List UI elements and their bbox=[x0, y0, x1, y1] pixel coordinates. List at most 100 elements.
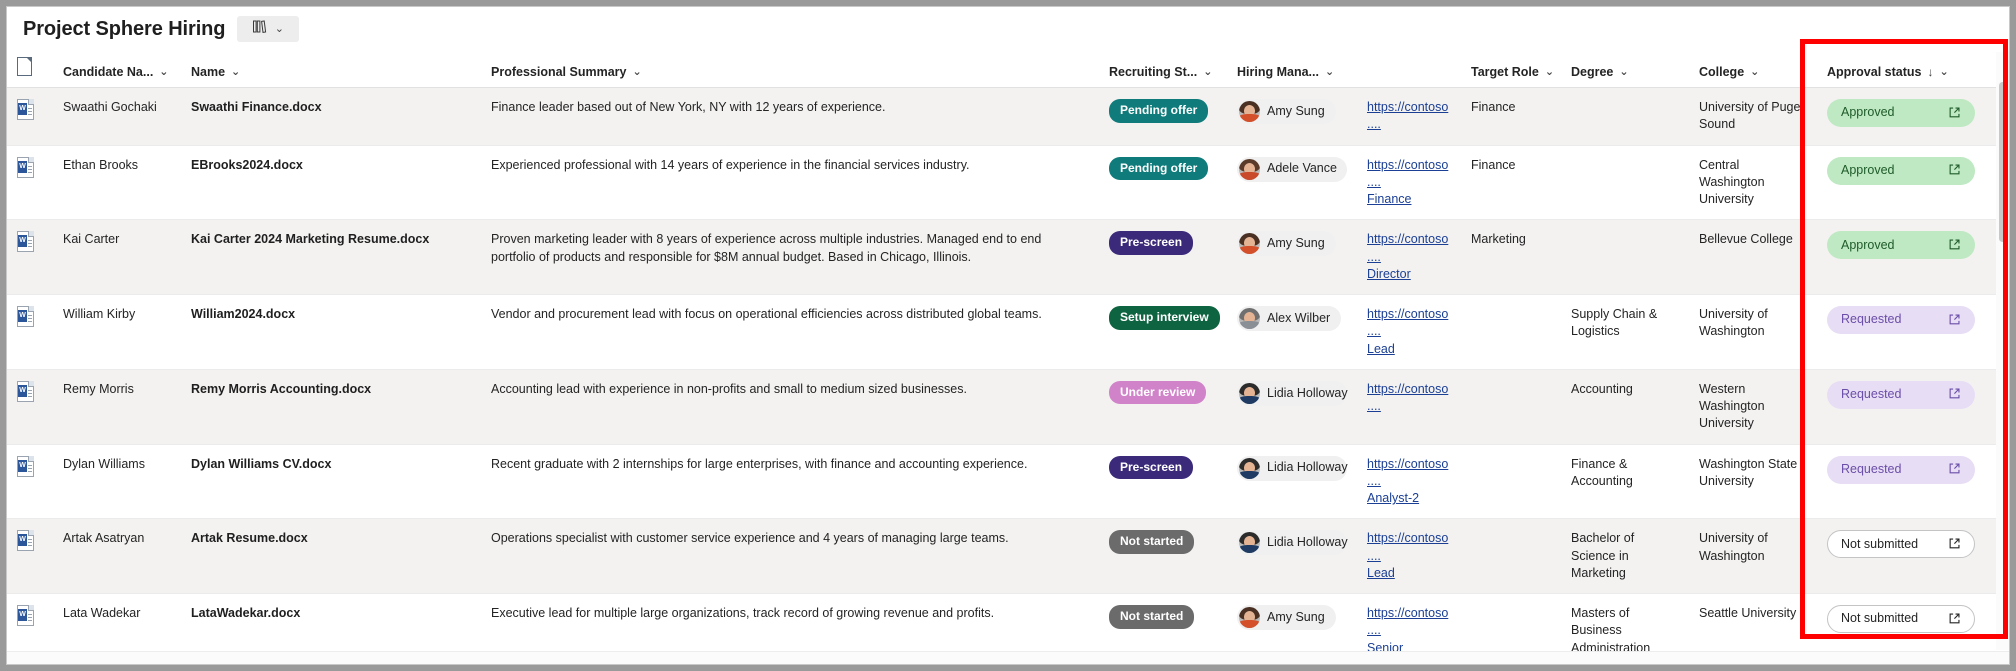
cell-candidate-name[interactable]: Swaathi Gochaki bbox=[53, 88, 181, 146]
status-badge[interactable]: Setup interview bbox=[1109, 306, 1220, 330]
vertical-scrollbar-thumb[interactable] bbox=[1999, 82, 2006, 242]
external-link-icon[interactable] bbox=[1948, 163, 1961, 178]
cell-hiring-manager[interactable]: Alex Wilber bbox=[1227, 295, 1357, 370]
contoso-link[interactable]: https://contoso.... bbox=[1367, 382, 1448, 413]
word-document-icon[interactable]: W bbox=[17, 530, 34, 551]
table-row[interactable]: WArtak AsatryanArtak Resume.docxOperatio… bbox=[7, 519, 1997, 594]
person-chip[interactable]: Lidia Holloway bbox=[1237, 530, 1347, 555]
table-row[interactable]: WDylan WilliamsDylan Williams CV.docxRec… bbox=[7, 444, 1997, 519]
cell-hiring-manager[interactable]: Adele Vance bbox=[1227, 145, 1357, 220]
contoso-link[interactable]: https://contoso.... bbox=[1367, 158, 1448, 189]
approval-status-button[interactable]: Approved bbox=[1827, 231, 1975, 259]
contoso-link-suffix[interactable]: Lead bbox=[1367, 342, 1395, 356]
cell-recruiting-status[interactable]: Under review bbox=[1099, 369, 1227, 444]
cell-file-name[interactable]: William2024.docx bbox=[181, 295, 481, 370]
external-link-icon[interactable] bbox=[1948, 612, 1961, 627]
cell-candidate-name[interactable]: William Kirby bbox=[53, 295, 181, 370]
cell-recruiting-status[interactable]: Pre-screen bbox=[1099, 220, 1227, 295]
cell-url[interactable]: https://contoso.... bbox=[1357, 88, 1461, 146]
person-chip[interactable]: Adele Vance bbox=[1237, 157, 1347, 182]
approval-status-button[interactable]: Requested bbox=[1827, 306, 1975, 334]
cell-document-icon[interactable]: W bbox=[7, 145, 53, 220]
contoso-link-suffix[interactable]: Lead bbox=[1367, 566, 1395, 580]
table-row[interactable]: WKai CarterKai Carter 2024 Marketing Res… bbox=[7, 220, 1997, 295]
vertical-scrollbar[interactable] bbox=[1996, 52, 2009, 650]
cell-approval-status[interactable]: Requested bbox=[1817, 295, 1997, 370]
contoso-link-suffix[interactable]: Analyst-2 bbox=[1367, 491, 1419, 505]
column-header-candidate-name[interactable]: Candidate Na... ⌄ bbox=[53, 51, 181, 88]
cell-url[interactable]: https://contoso.... Lead bbox=[1357, 295, 1461, 370]
table-row[interactable]: WWilliam KirbyWilliam2024.docxVendor and… bbox=[7, 295, 1997, 370]
word-document-icon[interactable]: W bbox=[17, 99, 34, 120]
word-document-icon[interactable]: W bbox=[17, 456, 34, 477]
cell-file-name[interactable]: EBrooks2024.docx bbox=[181, 145, 481, 220]
cell-url[interactable]: https://contoso.... Finance bbox=[1357, 145, 1461, 220]
chevron-down-icon[interactable]: ⌄ bbox=[231, 67, 240, 78]
cell-document-icon[interactable]: W bbox=[7, 519, 53, 594]
cell-recruiting-status[interactable]: Pending offer bbox=[1099, 88, 1227, 146]
cell-document-icon[interactable]: W bbox=[7, 295, 53, 370]
status-badge[interactable]: Pending offer bbox=[1109, 157, 1208, 181]
column-header-target-role[interactable]: Target Role ⌄ bbox=[1461, 51, 1561, 88]
cell-approval-status[interactable]: Requested bbox=[1817, 444, 1997, 519]
cell-url[interactable]: https://contoso....Director bbox=[1357, 220, 1461, 295]
column-header-name[interactable]: Name ⌄ bbox=[181, 51, 481, 88]
status-badge[interactable]: Not started bbox=[1109, 530, 1194, 554]
external-link-icon[interactable] bbox=[1948, 238, 1961, 253]
cell-file-name[interactable]: Swaathi Finance.docx bbox=[181, 88, 481, 146]
column-header-recruiting-status[interactable]: Recruiting St... ⌄ bbox=[1099, 51, 1227, 88]
contoso-link[interactable]: https://contoso.... bbox=[1367, 307, 1448, 338]
chevron-down-icon[interactable]: ⌄ bbox=[1203, 67, 1212, 78]
cell-candidate-name[interactable]: Dylan Williams bbox=[53, 444, 181, 519]
column-header-hiring-manager[interactable]: Hiring Mana... ⌄ bbox=[1227, 51, 1357, 88]
cell-document-icon[interactable]: W bbox=[7, 220, 53, 295]
cell-file-name[interactable]: Dylan Williams CV.docx bbox=[181, 444, 481, 519]
contoso-link[interactable]: https://contoso.... bbox=[1367, 100, 1448, 131]
status-badge[interactable]: Pre-screen bbox=[1109, 231, 1193, 255]
cell-hiring-manager[interactable]: Lidia Holloway bbox=[1227, 369, 1357, 444]
column-header-doc[interactable] bbox=[7, 51, 53, 88]
person-chip[interactable]: Amy Sung bbox=[1237, 231, 1336, 256]
external-link-icon[interactable] bbox=[1948, 387, 1961, 402]
cell-recruiting-status[interactable]: Pending offer bbox=[1099, 145, 1227, 220]
column-header-degree[interactable]: Degree ⌄ bbox=[1561, 51, 1689, 88]
chevron-down-icon[interactable]: ⌄ bbox=[1619, 67, 1628, 78]
cell-url[interactable]: https://contoso.... Analyst-2 bbox=[1357, 444, 1461, 519]
word-document-icon[interactable]: W bbox=[17, 381, 34, 402]
cell-recruiting-status[interactable]: Pre-screen bbox=[1099, 444, 1227, 519]
table-row[interactable]: WEthan BrooksEBrooks2024.docxExperienced… bbox=[7, 145, 1997, 220]
cell-hiring-manager[interactable]: Amy Sung bbox=[1227, 220, 1357, 295]
cell-hiring-manager[interactable]: Lidia Holloway bbox=[1227, 519, 1357, 594]
cell-document-icon[interactable]: W bbox=[7, 444, 53, 519]
person-chip[interactable]: Lidia Holloway bbox=[1237, 456, 1347, 481]
cell-hiring-manager[interactable]: Amy Sung bbox=[1227, 88, 1357, 146]
contoso-link-suffix[interactable]: Finance bbox=[1367, 192, 1411, 206]
cell-approval-status[interactable]: Approved bbox=[1817, 88, 1997, 146]
contoso-link-suffix[interactable]: Director bbox=[1367, 267, 1411, 281]
external-link-icon[interactable] bbox=[1948, 462, 1961, 477]
cell-file-name[interactable]: Kai Carter 2024 Marketing Resume.docx bbox=[181, 220, 481, 295]
column-header-college[interactable]: College ⌄ bbox=[1689, 51, 1817, 88]
cell-candidate-name[interactable]: Ethan Brooks bbox=[53, 145, 181, 220]
cell-approval-status[interactable]: Not submitted bbox=[1817, 519, 1997, 594]
external-link-icon[interactable] bbox=[1948, 537, 1961, 552]
cell-file-name[interactable]: Remy Morris Accounting.docx bbox=[181, 369, 481, 444]
cell-file-name[interactable]: Artak Resume.docx bbox=[181, 519, 481, 594]
chevron-down-icon[interactable]: ⌄ bbox=[1325, 67, 1334, 78]
chevron-down-icon[interactable]: ⌄ bbox=[1750, 67, 1759, 78]
word-document-icon[interactable]: W bbox=[17, 157, 34, 178]
word-document-icon[interactable]: W bbox=[17, 306, 34, 327]
chevron-down-icon[interactable]: ⌄ bbox=[1939, 67, 1948, 78]
cell-approval-status[interactable]: Approved bbox=[1817, 145, 1997, 220]
contoso-link[interactable]: https://contoso.... bbox=[1367, 457, 1448, 488]
status-badge[interactable]: Not started bbox=[1109, 605, 1194, 629]
cell-recruiting-status[interactable]: Setup interview bbox=[1099, 295, 1227, 370]
column-header-approval-status[interactable]: Approval status ↓ ⌄ bbox=[1817, 51, 1997, 88]
cell-candidate-name[interactable]: Artak Asatryan bbox=[53, 519, 181, 594]
table-row[interactable]: WRemy MorrisRemy Morris Accounting.docxA… bbox=[7, 369, 1997, 444]
status-badge[interactable]: Under review bbox=[1109, 381, 1206, 405]
person-chip[interactable]: Amy Sung bbox=[1237, 605, 1336, 630]
status-badge[interactable]: Pending offer bbox=[1109, 99, 1208, 123]
column-header-url[interactable] bbox=[1357, 51, 1461, 88]
cell-approval-status[interactable]: Requested bbox=[1817, 369, 1997, 444]
